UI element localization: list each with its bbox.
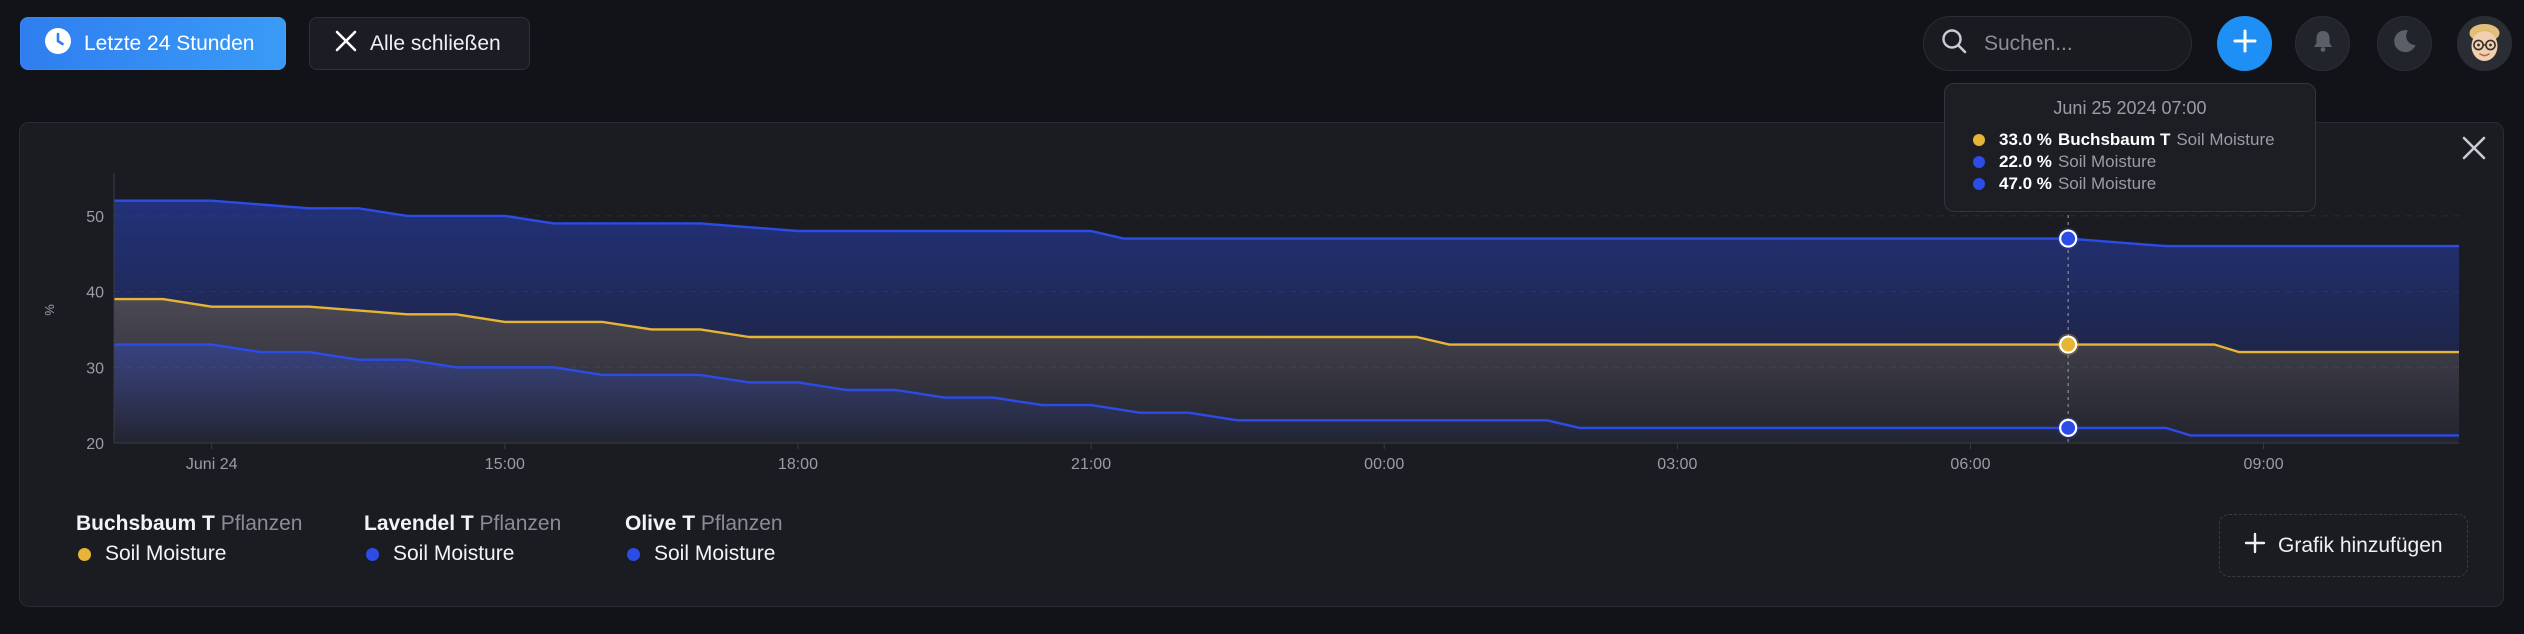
legend-metric: Soil Moisture — [393, 542, 515, 565]
legend-metric: Soil Moisture — [654, 542, 776, 565]
x-tick-label: 06:00 — [1950, 456, 1990, 473]
tooltip-title: Juni 25 2024 07:00 — [2053, 98, 2207, 118]
add-chart-label: Grafik hinzufügen — [2278, 533, 2443, 557]
legend-item[interactable]: Buchsbaum T Pflanzen Soil Moisture — [76, 512, 302, 566]
hover-point — [2059, 335, 2078, 354]
plus-icon — [2244, 532, 2266, 560]
tooltip-value: 33.0 % — [1999, 130, 2052, 149]
x-tick-label: 15:00 — [485, 456, 525, 473]
tooltip-value: 47.0 % — [1999, 174, 2052, 193]
tooltip-row: 22.0 % Soil Moisture — [1945, 151, 2315, 173]
tooltip-metric: Soil Moisture — [2176, 130, 2275, 149]
y-tick-label: 30 — [86, 360, 104, 377]
series-dot-icon — [1973, 134, 1985, 146]
chart-tooltip: Juni 25 2024 07:00 33.0 % Buchsbaum T So… — [1944, 83, 2316, 212]
series-dot-icon — [1973, 156, 1985, 168]
y-tick-label: 40 — [86, 285, 104, 302]
y-tick-label: 50 — [86, 209, 104, 226]
x-tick-label: 09:00 — [2244, 456, 2284, 473]
hover-point — [2059, 229, 2078, 248]
series-dot-icon — [78, 547, 91, 561]
x-tick-label: 00:00 — [1364, 456, 1404, 473]
y-axis-label: % — [42, 304, 57, 316]
x-tick-label: 03:00 — [1657, 456, 1697, 473]
tooltip-metric: Soil Moisture — [2057, 152, 2157, 171]
x-tick-label: 21:00 — [1071, 456, 1111, 473]
tooltip-value: 22.0 % — [1999, 152, 2052, 171]
legend-device: Olive T — [625, 512, 696, 535]
legend-item[interactable]: Lavendel T Pflanzen Soil Moisture — [364, 512, 561, 566]
legend-device: Lavendel T — [364, 512, 474, 535]
tooltip-device: Buchsbaum T — [2057, 130, 2171, 149]
series-dot-icon — [627, 547, 640, 561]
legend-group: Pflanzen — [700, 512, 783, 535]
series-dot-icon — [366, 547, 379, 561]
legend-device: Buchsbaum T — [76, 512, 215, 535]
legend-metric: Soil Moisture — [105, 542, 227, 565]
legend-group: Pflanzen — [479, 512, 562, 535]
x-tick-label: 18:00 — [778, 456, 818, 473]
legend-item[interactable]: Olive T Pflanzen Soil Moisture — [625, 512, 783, 566]
x-tick-label: Juni 24 — [186, 456, 238, 473]
series-dot-icon — [1973, 178, 1985, 190]
y-tick-label: 20 — [86, 436, 104, 453]
close-chart-button[interactable] — [2459, 133, 2489, 163]
add-chart-button[interactable]: Grafik hinzufügen — [2219, 514, 2468, 577]
close-icon — [2459, 136, 2489, 167]
tooltip-row: 47.0 % Soil Moisture — [1945, 173, 2315, 195]
hover-point — [2059, 418, 2078, 437]
legend-group: Pflanzen — [220, 512, 303, 535]
tooltip-row: 33.0 % Buchsbaum T Soil Moisture — [1945, 129, 2315, 151]
tooltip-metric: Soil Moisture — [2057, 174, 2157, 193]
